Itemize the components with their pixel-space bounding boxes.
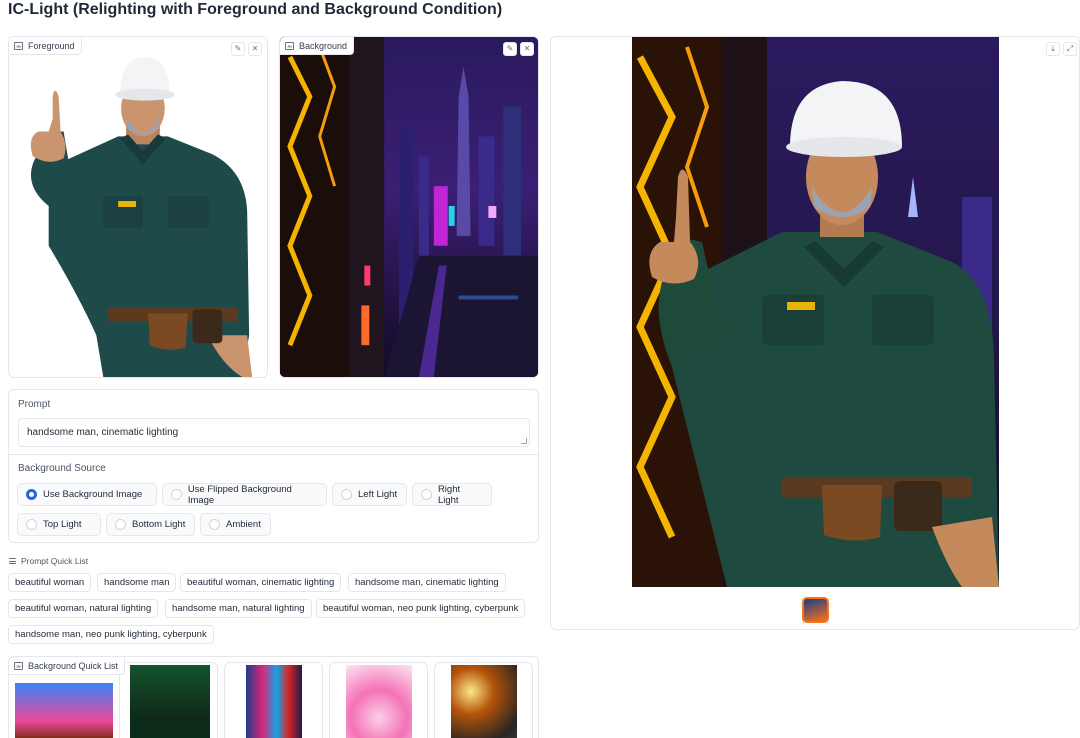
radio-top-light[interactable]: Top Light [17,513,101,536]
prompt-chip[interactable]: beautiful woman, natural lighting [8,599,159,618]
pencil-icon[interactable]: ✎ [231,42,245,56]
prompt-quick-list-title: Prompt Quick List [9,556,88,566]
image-icon [14,41,23,50]
background-label-text: Background [299,40,348,51]
background-source-label: Background Source [18,463,106,474]
prompt-chip[interactable]: handsome man, natural lighting [165,599,312,618]
image-icon [285,41,294,50]
radio-unchecked-icon [209,519,220,530]
radio-label: Left Light [358,489,398,500]
radio-label: Use Background Image [43,489,143,500]
radio-label: Bottom Light [132,519,186,530]
result-thumbnail[interactable] [802,597,829,623]
radio-unchecked-icon [171,489,182,500]
background-quick-list: Background Quick List [8,656,539,738]
radio-use-background-image[interactable]: Use Background Image [17,483,157,506]
list-icon [9,558,16,564]
prompt-label: Prompt [18,399,51,410]
foreground-label-text: Foreground [28,40,75,51]
fullscreen-icon[interactable]: ⤢ [1063,42,1077,56]
background-quick-list-text: Background Quick List [28,660,119,671]
background-thumbnail-card[interactable] [119,662,218,738]
radio-checked-icon [26,489,37,500]
background-thumbnail[interactable] [15,683,113,738]
background-image [280,37,538,377]
background-thumbnail [451,665,517,738]
background-thumbnail [346,665,412,738]
download-icon[interactable]: ⤓ [1046,42,1060,56]
foreground-image [9,37,267,377]
radio-unchecked-icon [26,519,37,530]
divider [9,454,538,455]
radio-unchecked-icon [421,489,432,500]
background-thumbnail [246,665,302,738]
radio-unchecked-icon [115,519,126,530]
foreground-image-panel[interactable]: Foreground ✎ ✕ [8,36,268,378]
radio-label: Top Light [43,519,82,530]
radio-label: Ambient [226,519,261,530]
background-image-panel[interactable]: Background ✎ ✕ [279,36,539,378]
result-image[interactable] [632,37,999,587]
radio-label: Right Light [437,483,461,506]
prompt-chip[interactable]: beautiful woman, neo punk lighting, cybe… [316,599,526,618]
background-thumbnail-card[interactable] [434,662,533,738]
page-title: IC-Light (Relighting with Foreground and… [8,1,503,18]
radio-bottom-light[interactable]: Bottom Light [106,513,195,536]
prompt-input[interactable]: handsome man, cinematic lighting [18,418,530,447]
close-icon[interactable]: ✕ [248,42,262,56]
background-thumbnail [130,665,210,738]
prompt-chip[interactable]: beautiful woman, cinematic lighting [180,573,342,592]
result-gallery: ⤓ ⤢ [550,36,1080,630]
radio-unchecked-icon [341,489,352,500]
prompt-chip[interactable]: beautiful woman [8,573,92,592]
radio-use-flipped-background-image[interactable]: Use Flipped Background Image [162,483,327,506]
background-quick-list-label: Background Quick List [9,657,126,675]
radio-left-light[interactable]: Left Light [332,483,407,506]
resize-grip-icon[interactable] [520,438,528,444]
image-icon [14,661,23,670]
radio-label: Use Flipped Background Image [187,483,292,506]
prompt-chip[interactable]: handsome man, neo punk lighting, cyberpu… [8,625,214,644]
foreground-label: Foreground [9,37,82,55]
settings-form: Prompt handsome man, cinematic lighting … [8,389,539,543]
background-thumbnail-card[interactable] [224,662,323,738]
background-label: Background [280,37,355,55]
prompt-chip[interactable]: handsome man, cinematic lighting [348,573,506,592]
background-thumbnail-card[interactable] [329,662,428,738]
radio-ambient[interactable]: Ambient [200,513,271,536]
prompt-chip[interactable]: handsome man [97,573,177,592]
pencil-icon[interactable]: ✎ [503,42,517,56]
radio-right-light[interactable]: Right Light [412,483,492,506]
close-icon[interactable]: ✕ [520,42,534,56]
prompt-quick-list-label: Prompt Quick List [21,556,89,566]
